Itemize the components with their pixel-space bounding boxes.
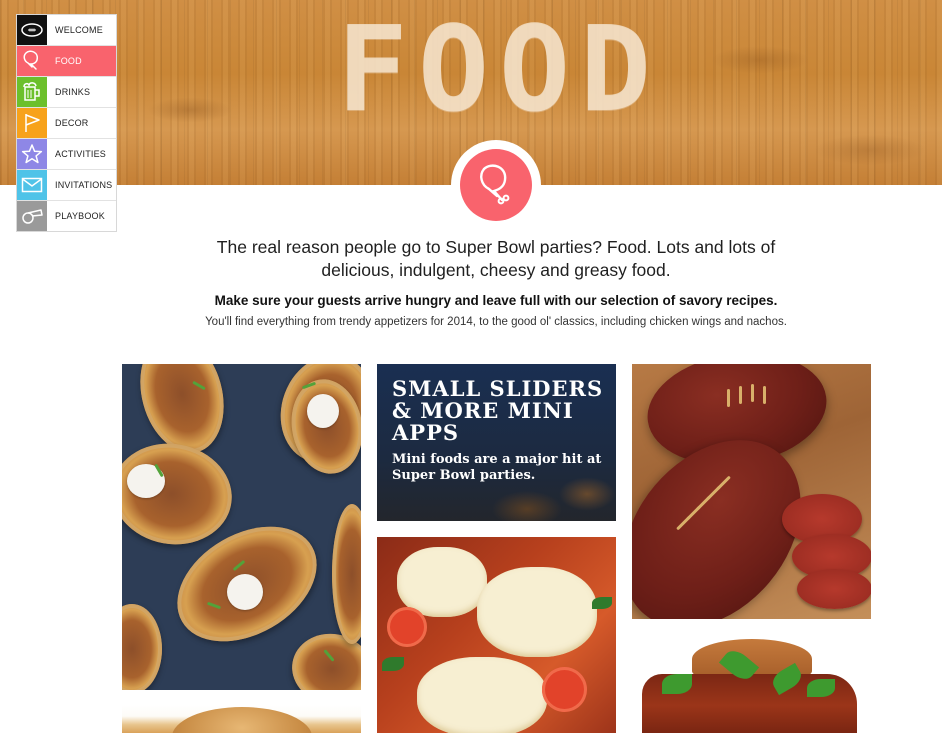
football-icon — [17, 15, 47, 45]
nav-label-decor: DECOR — [55, 118, 89, 128]
burger-tile[interactable] — [122, 705, 361, 733]
nav-label-food: FOOD — [55, 56, 82, 66]
nav-label-invitations: INVITATIONS — [55, 180, 113, 190]
potato-skin — [332, 504, 361, 644]
tomato-slice — [387, 607, 427, 647]
intro-small: You'll find everything from trendy appet… — [205, 316, 787, 328]
sausage-slice — [797, 569, 871, 609]
nav-label-drinks: DRINKS — [55, 87, 91, 97]
drumstick-badge — [460, 149, 532, 221]
drumstick-icon — [480, 164, 510, 205]
envelope-icon — [17, 170, 47, 200]
nav-item-decor[interactable]: DECOR — [17, 108, 116, 139]
category-badge — [451, 140, 541, 230]
intro-bold: Make sure your guests arrive hungry and … — [214, 293, 778, 308]
basil-leaf — [382, 657, 404, 671]
sliders-tile[interactable]: SMALL SLIDERS & MORE MINI APPS Mini food… — [377, 364, 616, 521]
nav-item-welcome[interactable]: WELCOME — [17, 15, 116, 46]
basil-leaf — [592, 597, 612, 609]
nav-item-activities[interactable]: ACTIVITIES — [17, 139, 116, 170]
whistle-icon — [17, 201, 47, 231]
drumstick-icon — [17, 46, 47, 76]
intro-lead: The real reason people go to Super Bowl … — [216, 237, 776, 280]
nav-item-food[interactable]: FOOD — [17, 46, 116, 77]
burger-bun — [172, 707, 312, 733]
nav-label-playbook: PLAYBOOK — [55, 211, 105, 221]
nav-label-activities: ACTIVITIES — [55, 149, 107, 159]
beer-mug-icon — [17, 77, 47, 107]
nav-label-welcome: WELCOME — [55, 25, 103, 35]
football-lace — [739, 386, 742, 404]
pennant-icon — [17, 108, 47, 138]
ribs-tile[interactable] — [632, 634, 871, 733]
melted-cheese — [417, 657, 547, 733]
sliders-tile-subtitle: Mini foods are a major hit at Super Bowl… — [392, 452, 602, 483]
pizza-tile[interactable] — [377, 537, 616, 733]
sliders-tile-title: SMALL SLIDERS & MORE MINI APPS — [392, 376, 604, 445]
category-nav: WELCOME FOOD DRINKS DECOR ACTIVITIES INV… — [16, 14, 117, 232]
sour-cream — [227, 574, 263, 610]
tomato-slice — [542, 667, 587, 712]
greens-leaf — [807, 679, 835, 697]
greens-leaf — [662, 674, 692, 694]
football-lace — [763, 386, 766, 404]
potato-skin — [122, 604, 162, 690]
football-meat-tile[interactable] — [632, 364, 871, 619]
nav-item-playbook[interactable]: PLAYBOOK — [17, 201, 116, 231]
sour-cream — [307, 394, 339, 428]
melted-cheese — [477, 567, 597, 657]
football-lace — [751, 384, 754, 402]
nav-item-drinks[interactable]: DRINKS — [17, 77, 116, 108]
page-title: FOOD — [336, 0, 662, 138]
football-lace — [727, 389, 730, 407]
star-icon — [17, 139, 47, 169]
potato-skins-tile[interactable] — [122, 364, 361, 690]
nav-item-invitations[interactable]: INVITATIONS — [17, 170, 116, 201]
